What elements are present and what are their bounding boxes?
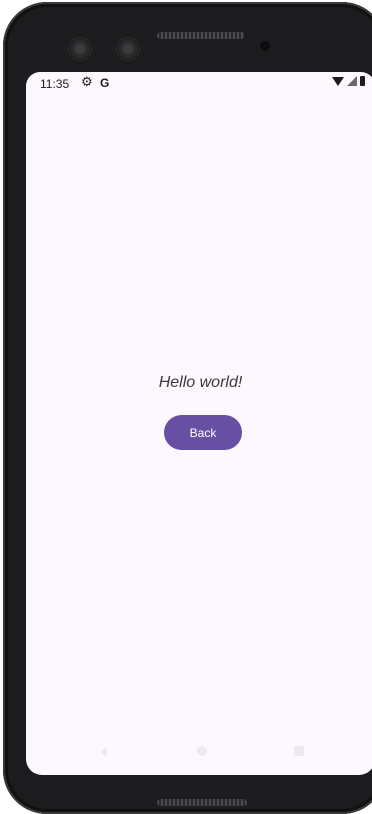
earpiece-speaker xyxy=(157,32,245,39)
nav-back-icon[interactable] xyxy=(100,747,107,757)
top-bezel xyxy=(3,2,372,72)
google-g-icon: G xyxy=(100,76,110,90)
bottom-speaker xyxy=(157,799,247,806)
front-camera-icon xyxy=(117,38,139,60)
phone-frame: 11:35 ⚙ G Hello world! Back xyxy=(3,2,372,814)
app-screen: 11:35 ⚙ G Hello world! Back xyxy=(26,72,372,775)
front-camera-icon xyxy=(69,38,91,60)
greeting-text: Hello world! xyxy=(158,374,243,391)
proximity-sensor xyxy=(260,41,270,51)
nav-home-icon[interactable] xyxy=(197,746,207,756)
back-button[interactable]: Back xyxy=(164,415,242,450)
gear-icon: ⚙ xyxy=(81,74,93,89)
status-bar: 11:35 ⚙ G xyxy=(26,72,372,94)
wifi-icon xyxy=(332,76,344,86)
nav-recents-icon[interactable] xyxy=(294,746,304,756)
navigation-bar xyxy=(26,745,372,761)
status-icons xyxy=(332,76,365,86)
status-time: 11:35 xyxy=(40,77,70,91)
cell-signal-icon xyxy=(347,76,357,86)
battery-icon xyxy=(360,76,365,86)
